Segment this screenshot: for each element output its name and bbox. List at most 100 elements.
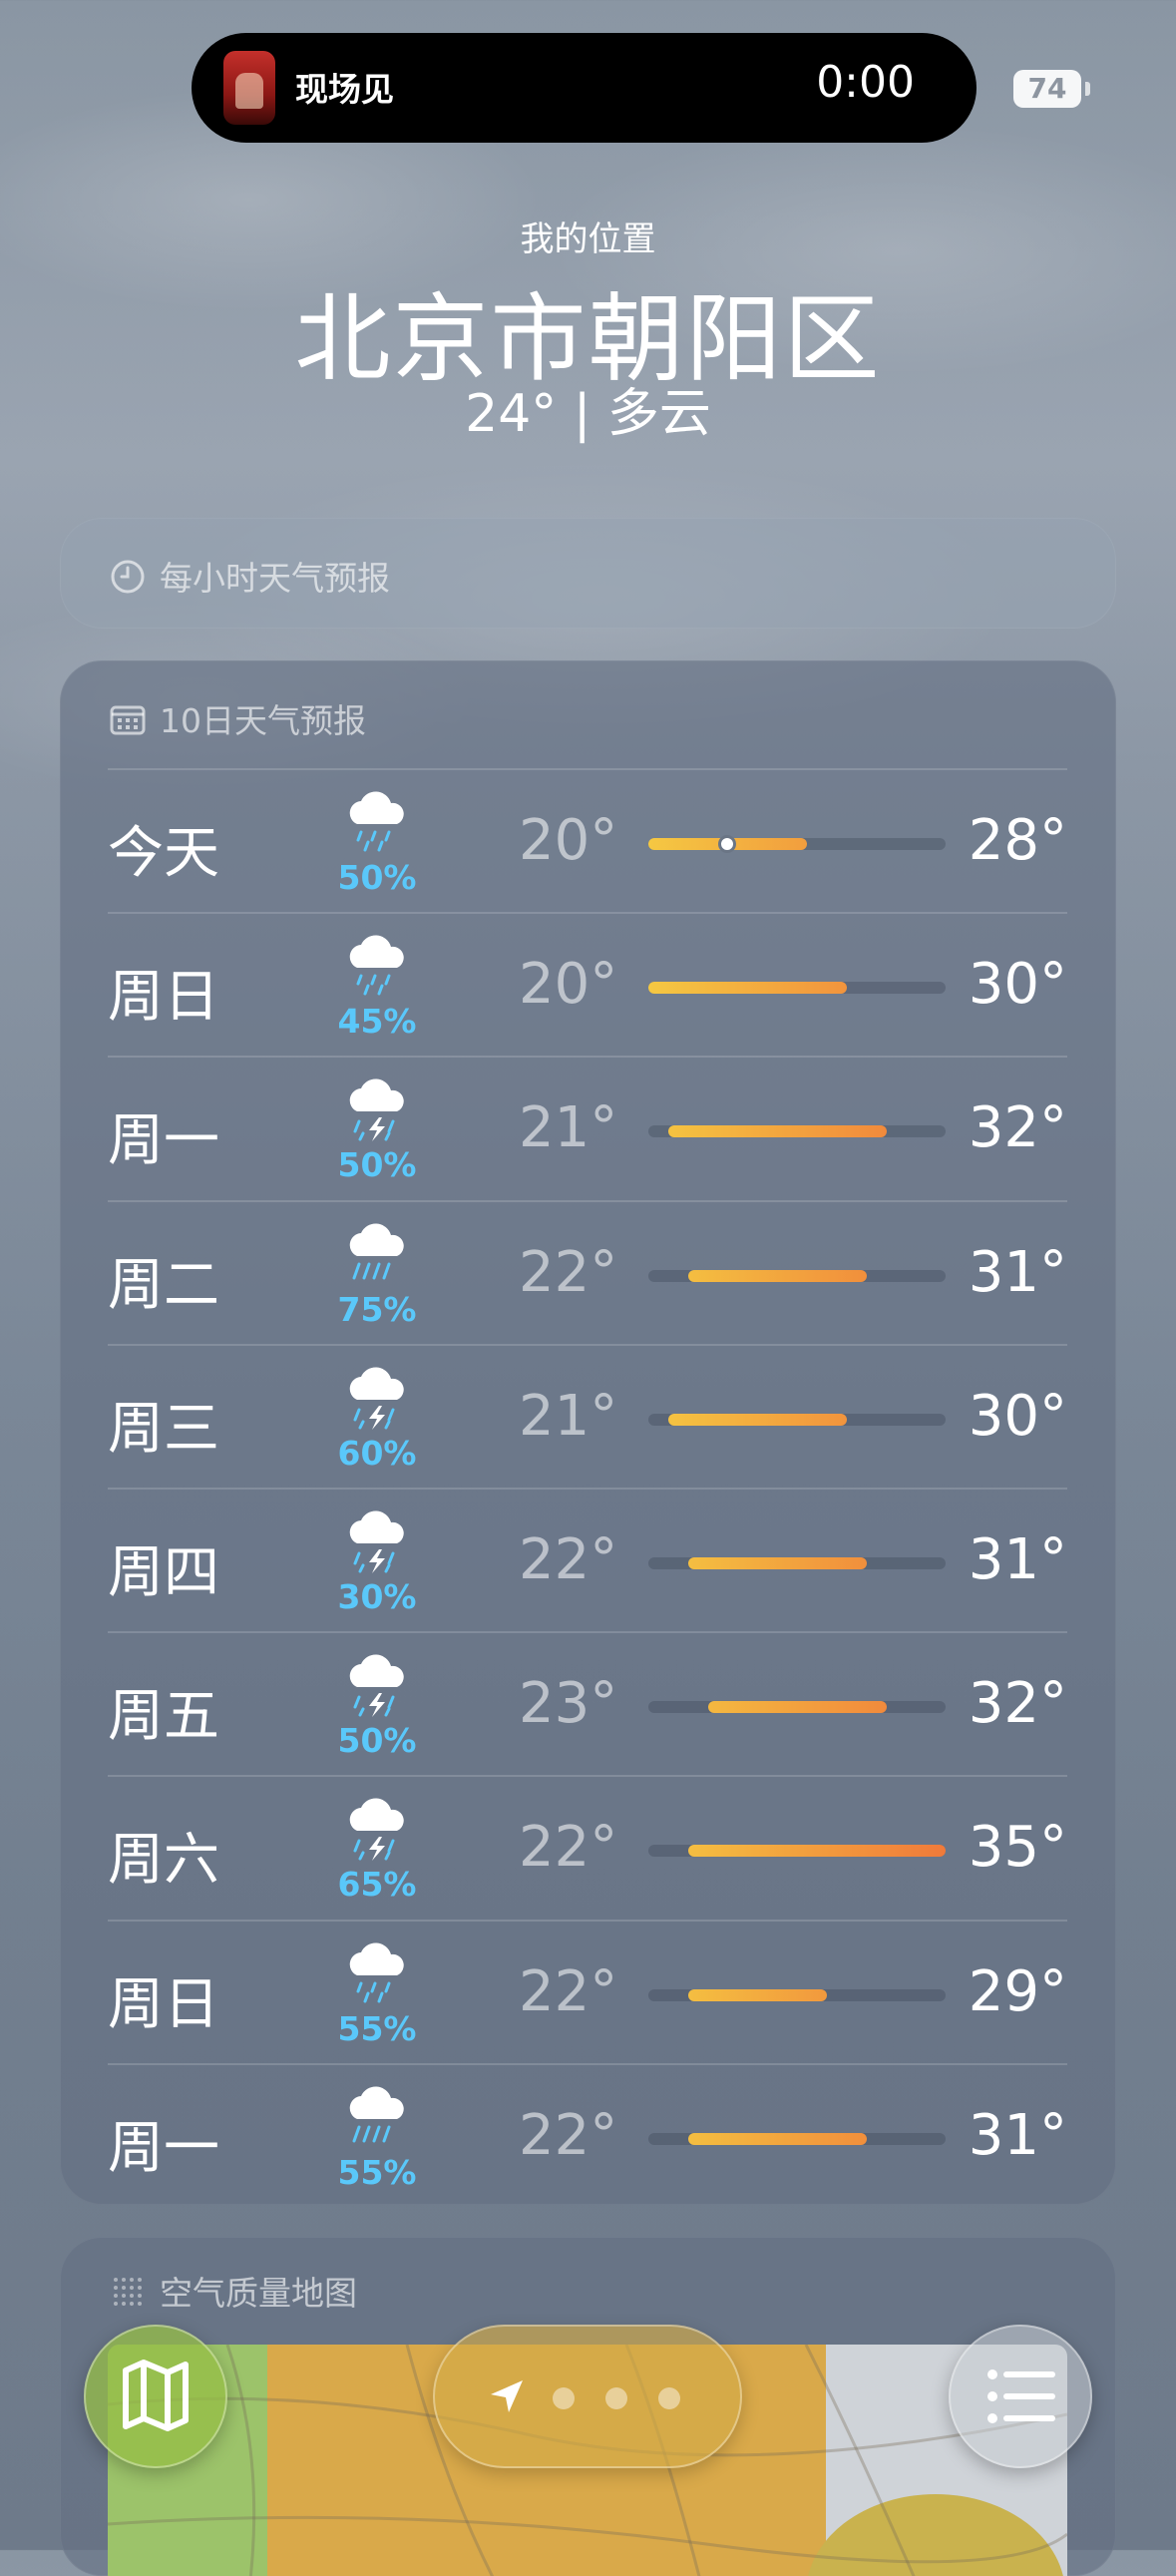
forecast-row[interactable]: 周日 55% 22° 29° xyxy=(108,1919,1067,2063)
temp-range-bar xyxy=(688,1269,867,1282)
temp-range-bar xyxy=(708,1701,887,1714)
precip-chance: 55% xyxy=(337,2008,417,2048)
cloud-rain-icon xyxy=(349,1942,404,2003)
island-timer: 0:00 xyxy=(816,57,915,108)
precip-chance: 30% xyxy=(337,1577,417,1616)
temp-range-bar xyxy=(668,1413,847,1426)
forecast-day: 周五 xyxy=(108,1684,219,1750)
row-divider xyxy=(108,1056,1067,1059)
temp-range-bar xyxy=(688,1557,867,1569)
cloud-heavyrain-icon xyxy=(349,2086,404,2143)
temp-range-track xyxy=(648,1701,946,1714)
page-dot-3[interactable] xyxy=(605,2387,627,2409)
aq-title: 空气质量地图 xyxy=(160,2274,357,2313)
cloud-rain-icon xyxy=(349,935,404,996)
temp-range-bar xyxy=(688,2132,867,2145)
forecast-row[interactable]: 周三 60% 21° 30° xyxy=(108,1343,1067,1488)
temp-range-track xyxy=(648,835,946,853)
temp-range-track xyxy=(648,1269,946,1282)
forecast-row[interactable]: 今天 50% 20° 28° xyxy=(108,768,1067,912)
map-icon xyxy=(123,2360,189,2431)
temp-range-track xyxy=(648,982,946,995)
row-divider xyxy=(108,1343,1067,1346)
cloud-bolt-rain-icon xyxy=(349,1510,404,1573)
hourly-title-row: 每小时天气预报 xyxy=(110,552,390,603)
current-conditions: 24° | 多云 xyxy=(465,384,711,444)
forecast-day: 周日 xyxy=(108,1971,219,2037)
location-pager[interactable] xyxy=(433,2325,742,2468)
precip-chance: 55% xyxy=(337,2152,417,2192)
high-temp: 28° xyxy=(968,808,1067,873)
current-temp-dot xyxy=(718,835,736,853)
forecast-row[interactable]: 周一 55% 22° 31° xyxy=(108,2062,1067,2207)
forecast-title: 10日天气预报 xyxy=(160,701,366,740)
high-temp: 31° xyxy=(968,1527,1067,1592)
cloud-bolt-rain-icon xyxy=(349,1078,404,1142)
precip-chance: 45% xyxy=(337,1002,417,1042)
forecast-day: 周二 xyxy=(108,1252,219,1318)
forecast-row[interactable]: 周五 50% 23° 32° xyxy=(108,1631,1067,1775)
low-temp: 22° xyxy=(519,2102,618,2168)
temp-range-bar xyxy=(668,1125,887,1138)
precip-chance: 50% xyxy=(337,1721,417,1761)
high-temp: 30° xyxy=(968,1383,1067,1449)
ten-day-forecast-card[interactable]: 10日天气预报 今天 50% 20° 28° 周日 45% 20° 30° 周一 50% 21° 32… xyxy=(60,660,1116,2205)
low-temp: 22° xyxy=(519,1239,618,1305)
row-divider xyxy=(108,912,1067,915)
list-icon xyxy=(987,2369,1055,2423)
forecast-row[interactable]: 周一 50% 21° 32° xyxy=(108,1056,1067,1199)
row-divider xyxy=(108,2062,1067,2065)
low-temp: 22° xyxy=(519,1815,618,1881)
map-button[interactable] xyxy=(84,2325,227,2468)
forecast-row[interactable]: 周六 65% 22° 35° xyxy=(108,1775,1067,1919)
temp-range-bar xyxy=(688,1988,827,2001)
low-temp: 21° xyxy=(519,1383,618,1449)
low-temp: 21° xyxy=(519,1095,618,1161)
page-dot-4[interactable] xyxy=(658,2387,680,2409)
high-temp: 29° xyxy=(968,1958,1067,2024)
forecast-row[interactable]: 周二 75% 22° 31° xyxy=(108,1199,1067,1344)
temp-range-track xyxy=(648,2132,946,2145)
precip-chance: 50% xyxy=(337,1145,417,1185)
high-temp: 31° xyxy=(968,2102,1067,2168)
island-app-name: 现场见 xyxy=(295,70,394,109)
clock-icon xyxy=(110,559,146,603)
aq-title-row: 空气质量地图 xyxy=(110,2267,357,2318)
temp-range-bar xyxy=(688,1845,946,1858)
dynamic-island[interactable]: 现场见 0:00 xyxy=(192,33,977,143)
precip-chance: 50% xyxy=(337,858,417,897)
battery-indicator: 74 xyxy=(1013,70,1081,108)
low-temp: 20° xyxy=(519,952,618,1018)
high-temp: 32° xyxy=(968,1671,1067,1737)
hourly-forecast-card[interactable]: 每小时天气预报 xyxy=(60,518,1116,629)
temp-range-track xyxy=(648,1557,946,1569)
high-temp: 30° xyxy=(968,952,1067,1018)
temp-range-track xyxy=(648,1413,946,1426)
precip-chance: 75% xyxy=(337,1289,417,1329)
forecast-day: 周三 xyxy=(108,1396,219,1462)
calendar-icon xyxy=(110,703,146,743)
location-label: 我的位置 xyxy=(520,219,656,259)
low-temp: 20° xyxy=(519,808,618,873)
low-temp: 23° xyxy=(519,1671,618,1737)
row-divider xyxy=(108,1631,1067,1634)
forecast-day: 周四 xyxy=(108,1540,219,1605)
temp-range-track xyxy=(648,1988,946,2001)
app-icon xyxy=(223,51,275,125)
forecast-day: 周日 xyxy=(108,965,219,1031)
cloud-bolt-rain-icon xyxy=(349,1367,404,1430)
cloud-rain-icon xyxy=(349,791,404,852)
row-divider xyxy=(108,1199,1067,1202)
page-dot-2[interactable] xyxy=(553,2387,575,2409)
location-list-button[interactable] xyxy=(949,2325,1092,2468)
low-temp: 22° xyxy=(519,1527,618,1592)
forecast-row[interactable]: 周日 45% 20° 30° xyxy=(108,912,1067,1056)
hourly-title: 每小时天气预报 xyxy=(160,559,390,598)
forecast-day: 今天 xyxy=(108,821,219,886)
row-divider xyxy=(108,1919,1067,1922)
forecast-row[interactable]: 周四 30% 22° 31° xyxy=(108,1488,1067,1631)
temp-range-track xyxy=(648,1845,946,1858)
high-temp: 35° xyxy=(968,1815,1067,1881)
battery-tip xyxy=(1085,82,1090,96)
location-arrow-icon xyxy=(491,2380,523,2412)
